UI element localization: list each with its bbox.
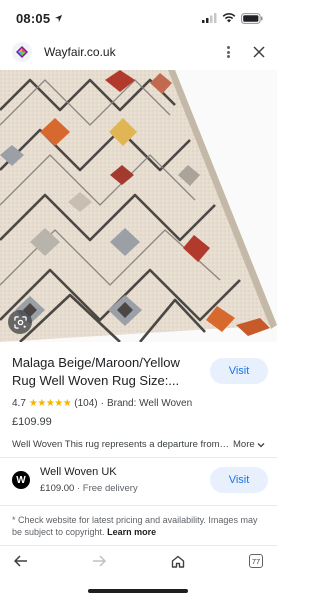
google-lens-icon[interactable] xyxy=(8,310,32,334)
seller-price: £109.00 xyxy=(40,483,75,494)
rating-count: (104) xyxy=(74,398,98,409)
product-price: £109.99 xyxy=(12,416,52,428)
status-time: 08:05 xyxy=(16,10,51,26)
close-icon[interactable] xyxy=(253,46,265,58)
status-icons xyxy=(202,12,263,24)
seller-delivery: Free delivery xyxy=(82,483,138,494)
rating-row: 4.7 ★★★★★ (104) · Brand: Well Woven xyxy=(12,398,268,409)
product-title[interactable]: Malaga Beige/Maroon/Yellow Rug Well Wove… xyxy=(12,354,190,390)
learn-more-link[interactable]: Learn more xyxy=(107,527,156,537)
signal-icon xyxy=(202,13,217,23)
separator: · xyxy=(76,483,81,494)
status-time-group: 08:05 xyxy=(16,11,63,26)
url-bar: Wayfair.co.uk xyxy=(0,36,277,68)
divider xyxy=(0,505,277,506)
status-bar: 08:05 xyxy=(0,0,277,36)
location-arrow-icon xyxy=(55,14,63,22)
product-image[interactable] xyxy=(0,70,277,342)
brand: Brand: Well Woven xyxy=(106,398,193,409)
rug-image xyxy=(0,70,277,342)
back-arrow-icon[interactable] xyxy=(14,555,28,567)
description-row[interactable]: Well Woven This rug represents a departu… xyxy=(12,439,268,450)
visit-button[interactable]: Visit xyxy=(210,358,268,384)
bottom-toolbar: 77 xyxy=(0,546,277,576)
disclaimer: * Check website for latest pricing and a… xyxy=(12,514,268,538)
divider xyxy=(0,457,277,458)
seller-text: Well Woven UK £109.00 · Free delivery xyxy=(40,466,210,494)
chevron-down-icon xyxy=(257,442,265,447)
wayfair-favicon-icon xyxy=(12,42,32,62)
home-icon[interactable] xyxy=(171,555,185,568)
url-actions xyxy=(221,43,265,61)
more-label: More xyxy=(233,439,255,450)
title-row: Malaga Beige/Maroon/Yellow Rug Well Wove… xyxy=(12,354,268,390)
wifi-icon xyxy=(222,13,236,23)
rating-stars: ★★★★★ xyxy=(28,398,72,409)
battery-icon xyxy=(241,12,263,24)
more-vert-icon[interactable] xyxy=(221,43,235,61)
tabs-icon[interactable]: 77 xyxy=(248,554,263,568)
rating-value: 4.7 xyxy=(12,398,26,409)
separator: · xyxy=(100,398,104,409)
forward-arrow-icon[interactable] xyxy=(92,555,107,567)
seller-row[interactable]: W Well Woven UK £109.00 · Free delivery … xyxy=(12,466,268,494)
seller-logo: W xyxy=(12,471,30,489)
home-indicator[interactable] xyxy=(88,589,188,593)
seller-sub: £109.00 · Free delivery xyxy=(40,483,210,494)
page-domain[interactable]: Wayfair.co.uk xyxy=(44,45,221,59)
more-link[interactable]: More xyxy=(233,439,265,450)
description-text: Well Woven This rug represents a departu… xyxy=(12,439,230,450)
seller-visit-button[interactable]: Visit xyxy=(210,467,268,493)
product-info: Malaga Beige/Maroon/Yellow Rug Well Wove… xyxy=(12,354,268,450)
seller-name: Well Woven UK xyxy=(40,466,117,478)
